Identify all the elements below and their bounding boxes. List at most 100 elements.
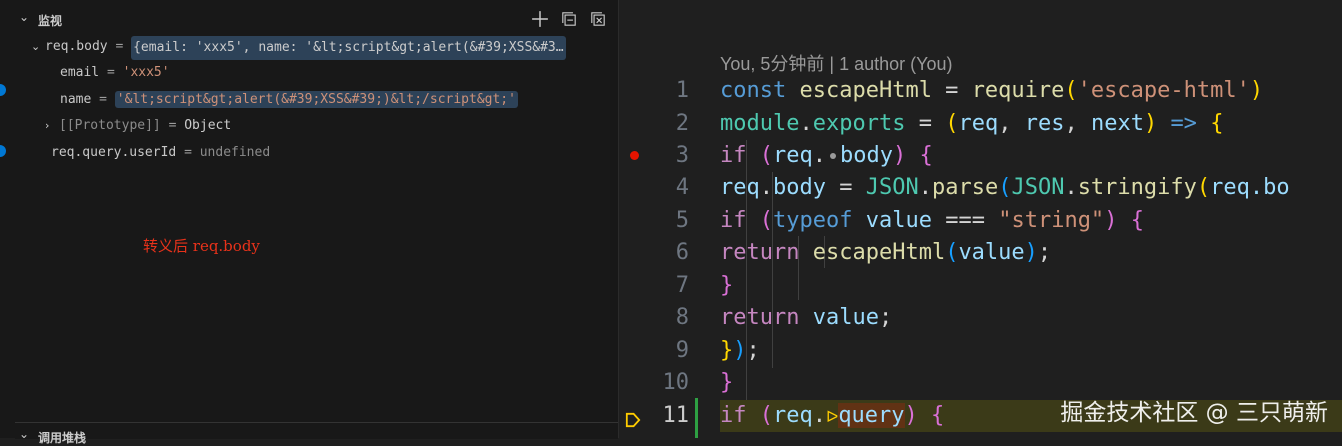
property-value: '&lt;script&gt;alert(&#39;XSS&#39;)&lt;/… [114, 91, 518, 108]
line-code: if (req.ᐅquery) { [720, 403, 945, 428]
line-number: 7 [675, 273, 689, 298]
code-line[interactable]: 1 const escapeHtml = require('escape-htm… [619, 75, 1342, 107]
line-code: return value; [720, 305, 893, 330]
token: value [958, 240, 1025, 265]
collapse-all-icon[interactable] [560, 10, 580, 30]
token: parse [931, 175, 999, 200]
watch-row-req-body[interactable]: ⌄ req.body = {email: 'xxx5', name: '&lt;s… [31, 36, 566, 60]
equals-sign: = [168, 118, 177, 133]
watch-value-req-body: {email: 'xxx5', name: '&lt;script&gt;ale… [131, 36, 566, 60]
chevron-right-icon[interactable]: › [45, 115, 59, 137]
chevron-down-icon[interactable]: ⌄ [19, 427, 29, 441]
equals-sign: = [115, 39, 124, 54]
code-editor[interactable]: · · · You, 5分钟前 | 1 author (You) 1 const… [619, 0, 1342, 438]
gutter-indicator-dot [0, 145, 6, 157]
code-line[interactable]: 2 module.exports = (req, res, next) => { [619, 108, 1342, 140]
token: JSON [865, 175, 919, 200]
code-line[interactable]: 7 } [619, 270, 1342, 302]
token: value [865, 208, 932, 233]
property-value: Object [184, 118, 232, 133]
line-number: 4 [675, 175, 689, 200]
inline-breakpoint-icon[interactable] [830, 153, 836, 159]
equals-sign: = [184, 145, 192, 160]
line-number: 9 [675, 338, 689, 363]
watch-expression-name: req.body [45, 39, 108, 54]
line-code: const escapeHtml = require('escape-html'… [720, 78, 1264, 103]
token: escapeHtml [812, 240, 946, 265]
scrolled-line-fragment: · · · [719, 0, 748, 9]
git-blame-codelens[interactable]: You, 5分钟前 | 1 author (You) [720, 50, 952, 76]
token: res [1024, 111, 1065, 136]
watch-panel: ⌄ 监视 ⌄ req.body = {email: 'xxx5', name: '… [15, 0, 618, 438]
equals-sign: = [99, 92, 107, 107]
line-number: 3 [675, 143, 689, 168]
code-line[interactable]: 4 req.body = JSON.parse(JSON.stringify(r… [619, 172, 1342, 204]
code-line[interactable]: 5 if (typeof value === "string") { [619, 205, 1342, 237]
watch-row-prototype[interactable]: › [[Prototype]] = Object [45, 115, 231, 137]
token: req [773, 403, 813, 428]
token: return [720, 305, 800, 330]
gutter-indicator-dot [0, 84, 6, 96]
token: const [720, 78, 787, 103]
line-number: 10 [662, 370, 690, 395]
token: req.bo [1210, 175, 1290, 200]
watch-value-text: {email: 'xxx5', name: '&lt;script&gt;ale… [133, 40, 564, 55]
token: = [931, 78, 972, 103]
line-number: 2 [675, 111, 689, 136]
token: => [1170, 111, 1197, 136]
token: require [971, 78, 1065, 103]
token: body [840, 143, 893, 168]
line-code: if (typeof value === "string") { [720, 208, 1144, 233]
watch-row-name[interactable]: name = '&lt;script&gt;alert(&#39;XSS&#39… [60, 89, 518, 111]
property-name: email [60, 65, 100, 80]
git-added-indicator [695, 398, 698, 438]
line-number: 8 [675, 305, 689, 330]
line-code: }); [720, 338, 760, 363]
token: req [773, 143, 813, 168]
code-line[interactable]: 9 }); [619, 335, 1342, 367]
token: JSON [1011, 175, 1065, 200]
token: === [945, 208, 985, 233]
property-name: [[Prototype]] [59, 118, 161, 133]
code-line[interactable]: 8 return value; [619, 302, 1342, 334]
code-line[interactable]: 6 return escapeHtml(value); [619, 237, 1342, 269]
line-code: module.exports = (req, res, next) => { [720, 111, 1224, 136]
token: if [720, 403, 747, 428]
line-code: } [720, 370, 734, 395]
add-expression-icon[interactable] [531, 10, 551, 30]
code-line[interactable]: 3 if (req. body) { [619, 140, 1342, 172]
line-code: } [720, 273, 734, 298]
chevron-down-icon[interactable]: ⌄ [31, 36, 45, 58]
watermark: 掘金技术社区 @ 三只萌新 [1060, 400, 1328, 426]
line-number: 11 [662, 403, 690, 428]
annotation-text: 转义后 req.body [143, 237, 260, 255]
line-number: 1 [675, 78, 689, 103]
token: body [773, 175, 826, 200]
token: req [720, 175, 760, 200]
inline-debug-pointer-icon: ᐅ [826, 407, 839, 426]
watch-row-req-query[interactable]: req.query.userId = undefined [51, 142, 270, 164]
token: next [1090, 111, 1144, 136]
line-code: if (req. body) { [720, 143, 933, 168]
token: req [958, 111, 999, 136]
token: module [720, 111, 800, 136]
line-number: 6 [675, 240, 689, 265]
property-name: name [60, 92, 92, 107]
token: escapeHtml [799, 78, 932, 103]
token: value [812, 305, 879, 330]
token: if [720, 143, 747, 168]
watch-value-text: undefined [199, 145, 271, 160]
watch-expression-name: req.query.userId [51, 145, 177, 160]
line-code: return escapeHtml(value); [720, 240, 1052, 265]
token: stringify [1077, 175, 1197, 200]
call-stack-section-header[interactable]: ⌄ 调用堆栈 [15, 422, 618, 445]
token: typeof [773, 208, 853, 233]
remove-all-icon[interactable] [589, 10, 609, 30]
watch-row-email[interactable]: email = 'xxx5' [60, 62, 170, 84]
equals-sign: = [106, 65, 115, 80]
token: exports [812, 111, 906, 136]
chevron-down-icon[interactable]: ⌄ [19, 10, 29, 24]
watch-section-header[interactable]: ⌄ 监视 [15, 7, 618, 33]
watch-section-title: 监视 [38, 14, 63, 28]
token: return [720, 240, 800, 265]
